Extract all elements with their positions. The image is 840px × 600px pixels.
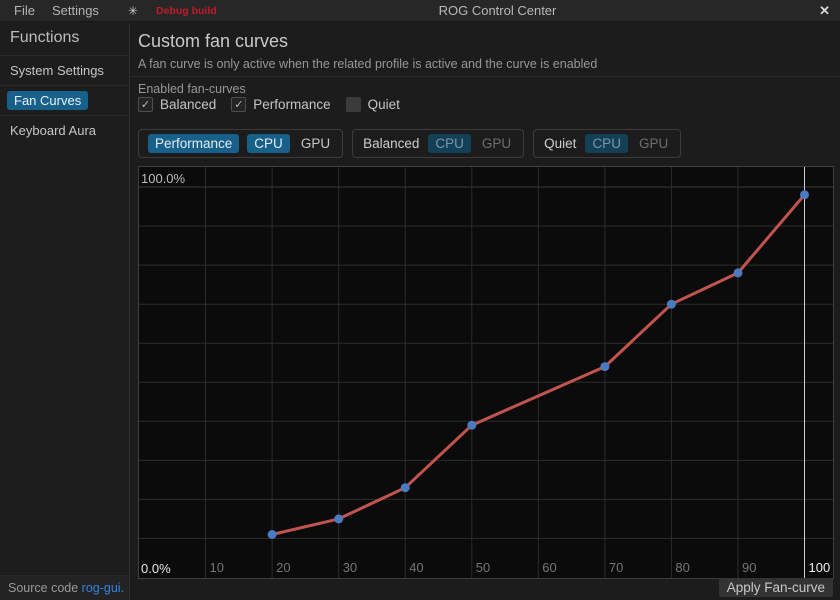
svg-text:10: 10 xyxy=(210,560,224,575)
window-title: ROG Control Center xyxy=(155,3,840,18)
tab-group-performance: Performance CPU GPU xyxy=(138,129,343,158)
rog-gui-link[interactable]: rog-gui. xyxy=(82,581,124,595)
page-subtitle: A fan curve is only active when the rela… xyxy=(138,57,597,71)
svg-text:100: 100 xyxy=(809,560,831,575)
svg-text:50: 50 xyxy=(476,560,490,575)
tab-quiet[interactable]: Quiet xyxy=(543,134,577,153)
sidebar-item-fan-curves-label: Fan Curves xyxy=(7,91,88,110)
titlebar: File Settings ✳ Debug build ROG Control … xyxy=(0,0,840,22)
menu-file[interactable]: File xyxy=(11,3,38,18)
svg-text:80: 80 xyxy=(675,560,689,575)
tab-performance-gpu[interactable]: GPU xyxy=(298,134,333,153)
svg-text:100.0%: 100.0% xyxy=(141,171,186,186)
tab-performance-cpu[interactable]: CPU xyxy=(247,134,290,153)
tab-performance[interactable]: Performance xyxy=(148,134,239,153)
main-content: Custom fan curves A fan curve is only ac… xyxy=(131,23,840,600)
profile-tab-row: Performance CPU GPU Balanced CPU GPU Qui… xyxy=(138,129,681,158)
checkbox-performance[interactable]: ✓ Performance xyxy=(231,97,330,112)
svg-text:60: 60 xyxy=(542,560,556,575)
checkbox-performance-box[interactable]: ✓ xyxy=(231,97,246,112)
apply-fan-curve-button[interactable]: Apply Fan-curve xyxy=(719,578,833,597)
rog-control-center-window: File Settings ✳ Debug build ROG Control … xyxy=(0,0,840,600)
sidebar-header: Functions xyxy=(0,23,129,55)
checkbox-balanced-box[interactable]: ✓ xyxy=(138,97,153,112)
checkbox-quiet-label: Quiet xyxy=(368,97,400,112)
checkbox-quiet[interactable]: Quiet xyxy=(346,97,400,112)
sidebar-item-fan-curves[interactable]: Fan Curves xyxy=(0,85,129,115)
tab-balanced[interactable]: Balanced xyxy=(362,134,420,153)
check-icon: ✓ xyxy=(141,98,150,111)
tab-quiet-cpu[interactable]: CPU xyxy=(585,134,628,153)
svg-text:0.0%: 0.0% xyxy=(141,561,171,576)
svg-text:30: 30 xyxy=(343,560,357,575)
tab-group-balanced: Balanced CPU GPU xyxy=(352,129,524,158)
fan-curve-chart[interactable]: 10 20 30 40 50 60 70 80 90 100 100.0% 0.0% xyxy=(138,166,834,579)
enabled-checkbox-row: ✓ Balanced ✓ Performance Quiet xyxy=(138,97,400,112)
checkbox-balanced-label: Balanced xyxy=(160,97,216,112)
svg-text:70: 70 xyxy=(609,560,623,575)
sidebar-item-system-settings[interactable]: System Settings xyxy=(0,55,129,85)
svg-text:90: 90 xyxy=(742,560,756,575)
tab-balanced-cpu[interactable]: CPU xyxy=(428,134,471,153)
page-title: Custom fan curves xyxy=(138,31,288,52)
close-icon[interactable]: ✕ xyxy=(819,0,830,22)
fan-curve-plot[interactable]: 10 20 30 40 50 60 70 80 90 100 100.0% 0.0% xyxy=(139,167,833,578)
svg-text:40: 40 xyxy=(409,560,423,575)
source-code-text: Source code xyxy=(8,581,82,595)
check-icon: ✓ xyxy=(234,98,243,111)
enabled-fan-curves-label: Enabled fan-curves xyxy=(138,82,246,96)
sidebar: Functions System Settings Fan Curves Key… xyxy=(0,23,130,575)
menu-settings[interactable]: Settings xyxy=(49,3,102,18)
checkbox-quiet-box[interactable] xyxy=(346,97,361,112)
tab-quiet-gpu[interactable]: GPU xyxy=(636,134,671,153)
tab-balanced-gpu[interactable]: GPU xyxy=(479,134,514,153)
svg-text:20: 20 xyxy=(276,560,290,575)
theme-toggle-icon[interactable]: ✳ xyxy=(128,4,138,18)
tab-group-quiet: Quiet CPU GPU xyxy=(533,129,681,158)
checkbox-balanced[interactable]: ✓ Balanced xyxy=(138,97,216,112)
sidebar-item-keyboard-aura[interactable]: Keyboard Aura xyxy=(0,115,129,145)
header-divider xyxy=(131,76,840,77)
source-code-footer: Source code rog-gui. xyxy=(0,575,130,600)
checkbox-performance-label: Performance xyxy=(253,97,330,112)
